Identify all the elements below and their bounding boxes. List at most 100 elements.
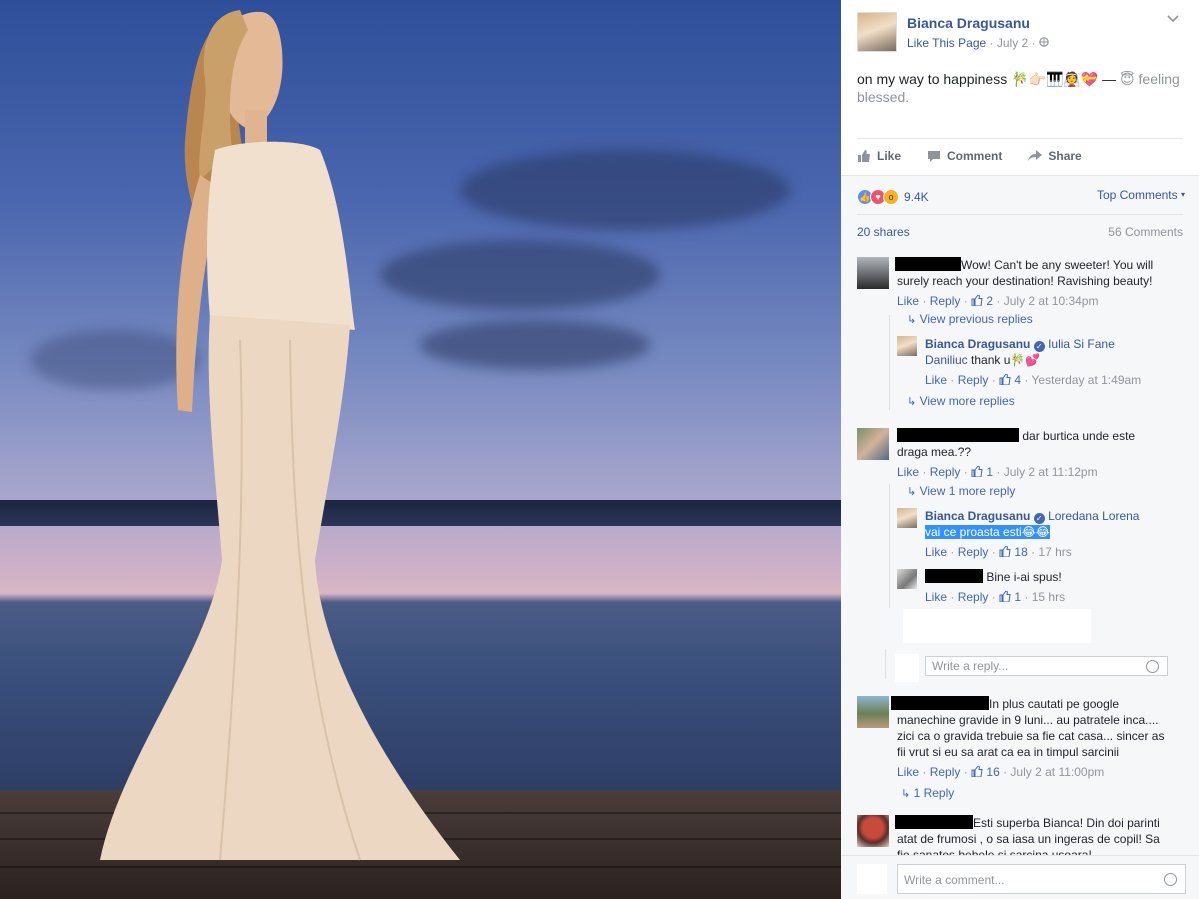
reply-arrow-icon: ↳ — [907, 396, 917, 408]
post-message: on my way to happiness 🎋👉🏻🎹👰💝 — — [857, 71, 1121, 87]
like-icon — [971, 466, 983, 477]
comment-input[interactable]: Write a comment... — [897, 864, 1186, 894]
reply: Bianca Dragusanu ✓ Loredana Lorena vai c… — [897, 508, 1187, 564]
comment-like-link[interactable]: Like — [897, 765, 919, 779]
share-icon — [1028, 149, 1043, 161]
post-date[interactable]: July 2 — [997, 36, 1028, 50]
commenter-avatar[interactable] — [857, 428, 889, 460]
like-icon — [999, 591, 1011, 602]
comment-reply-link[interactable]: Reply — [930, 765, 961, 779]
author-name[interactable]: Bianca Dragusanu — [907, 15, 1030, 31]
comment-text: draga mea.?? — [897, 445, 972, 459]
reply-reply-link[interactable]: Reply — [958, 545, 989, 559]
comment-text: In plus cautati pe google — [989, 697, 1120, 711]
reply-reply-link[interactable]: Reply — [958, 590, 989, 604]
reply-actions: Like · Reply · 1 · 15 hrs — [925, 590, 1066, 604]
reply-placeholder: Write a reply... — [932, 659, 1009, 673]
tagged-user[interactable]: Daniliuc — [925, 353, 968, 367]
comment-actions: Like · Reply · 2 · July 2 at 10:34pm — [897, 294, 1099, 308]
comment-reply-link[interactable]: Reply — [930, 294, 961, 308]
shares-comments-row: 20 shares 56 Comments — [857, 214, 1183, 248]
reply-reply-link[interactable]: Reply — [958, 373, 989, 387]
reply-input[interactable]: Write a reply... — [925, 656, 1168, 676]
comment-reply-link[interactable]: Reply — [930, 465, 961, 479]
comment-like-link[interactable]: Like — [897, 294, 919, 308]
commenter-avatar[interactable] — [857, 696, 889, 728]
tagged-user[interactable]: Iulia Si Fane — [1048, 337, 1115, 351]
reply-avatar[interactable] — [897, 508, 917, 528]
commenter-avatar[interactable] — [857, 815, 889, 847]
top-comments-dropdown[interactable]: Top Comments ▾ — [1097, 188, 1185, 202]
comment-actions: Like · Reply · 1 · July 2 at 11:12pm — [897, 465, 1098, 479]
reply-text: thank u🎋💕 — [971, 353, 1041, 367]
thread-line — [885, 649, 886, 679]
replies-link-label: 1 Reply — [913, 786, 955, 800]
post-header: Bianca Dragusanu Like This Page · July 2… — [841, 0, 1199, 60]
emoji-icon[interactable] — [1164, 873, 1177, 886]
view-more-replies[interactable]: ↳ View more replies — [907, 394, 1015, 408]
like-label: Like — [877, 148, 902, 163]
replies-link[interactable]: ↳ 1 Reply — [901, 786, 954, 800]
reply-time[interactable]: Yesterday at 1:49am — [1032, 373, 1142, 387]
comments-count-link[interactable]: 56 Comments — [1108, 225, 1183, 239]
like-icon — [999, 546, 1011, 557]
view-more-replies[interactable]: ↳ View 1 more reply — [907, 484, 1015, 498]
reply-actions: Like · Reply · 18 · 17 hrs — [925, 545, 1072, 559]
redacted-name — [925, 569, 983, 583]
caret-down-icon: ▾ — [1180, 190, 1185, 199]
comment-button[interactable]: Comment — [927, 149, 1002, 163]
comment-like-link[interactable]: Like — [897, 465, 919, 479]
verified-badge-icon: ✓ — [1033, 513, 1045, 524]
top-comments-label: Top Comments — [1096, 188, 1178, 202]
comment-like-count[interactable]: 16 — [986, 765, 999, 779]
like-button[interactable]: Like — [857, 149, 901, 163]
comment-time[interactable]: July 2 at 11:00pm — [1010, 765, 1104, 779]
comment-text: fii vrut si eu sa arat ca ea in timpul s… — [897, 745, 1120, 759]
comment-text-line: Wow! Can't be any sweeter! You will — [895, 257, 1153, 273]
reply-like-count[interactable]: 18 — [1014, 545, 1027, 559]
view-more-label: View more replies — [919, 394, 1015, 408]
reply-time[interactable]: 17 hrs — [1038, 545, 1071, 559]
reply-arrow-icon: ↳ — [907, 486, 917, 498]
emoji-icon[interactable] — [1146, 660, 1159, 673]
reply-composer-avatar — [895, 654, 919, 682]
author-avatar[interactable] — [857, 12, 897, 52]
comment-time[interactable]: July 2 at 10:34pm — [1004, 294, 1099, 308]
chevron-down-icon[interactable] — [1167, 14, 1181, 28]
share-label: Share — [1048, 148, 1082, 163]
reply-time[interactable]: 15 hrs — [1032, 590, 1065, 604]
share-button[interactable]: Share — [1028, 148, 1082, 163]
reply-arrow-icon: ↳ — [907, 314, 917, 326]
comment: In plus cautati pe google manechine grav… — [857, 696, 1187, 786]
like-icon — [858, 149, 870, 162]
post-meta: Like This Page · July 2 · — [907, 36, 1049, 50]
globe-icon — [1039, 36, 1049, 50]
comment-time[interactable]: July 2 at 11:12pm — [1004, 465, 1098, 479]
reply-author[interactable]: Bianca Dragusanu — [925, 337, 1030, 351]
verified-badge-icon: ✓ — [1033, 341, 1045, 352]
reply-avatar[interactable] — [897, 569, 917, 589]
reply-avatar[interactable] — [897, 336, 917, 356]
tagged-user[interactable]: Loredana Lorena — [1048, 509, 1139, 523]
comment-text: surely reach your destination! Ravishing… — [897, 274, 1153, 288]
post-text: on my way to happiness 🎋👉🏻🎹👰💝 — 😇 feelin… — [841, 60, 1199, 138]
reply-author[interactable]: Bianca Dragusanu — [925, 509, 1030, 523]
post-photo[interactable] — [0, 0, 841, 899]
comment-placeholder: Write a comment... — [904, 873, 1005, 887]
shares-link[interactable]: 20 shares — [857, 225, 910, 239]
like-icon — [999, 374, 1011, 385]
reply-like-link[interactable]: Like — [925, 590, 947, 604]
post-side-panel: Bianca Dragusanu Like This Page · July 2… — [841, 0, 1199, 899]
comment-actions: Like · Reply · 16 · July 2 at 11:00pm — [897, 765, 1105, 779]
comment: Wow! Can't be any sweeter! You will sure… — [857, 257, 1187, 317]
like-page-link[interactable]: Like This Page — [907, 36, 986, 50]
reactions-count: 9.4K — [904, 190, 929, 204]
reply-like-link[interactable]: Like — [925, 373, 947, 387]
redacted-name — [895, 257, 961, 271]
view-more-label: View 1 more reply — [919, 484, 1016, 498]
comment-text: manechine gravide in 9 luni... au patrat… — [897, 713, 1159, 727]
view-previous-replies[interactable]: ↳ View previous replies — [907, 312, 1033, 326]
redacted-name — [895, 815, 973, 829]
commenter-avatar[interactable] — [857, 257, 889, 289]
reply-like-link[interactable]: Like — [925, 545, 947, 559]
